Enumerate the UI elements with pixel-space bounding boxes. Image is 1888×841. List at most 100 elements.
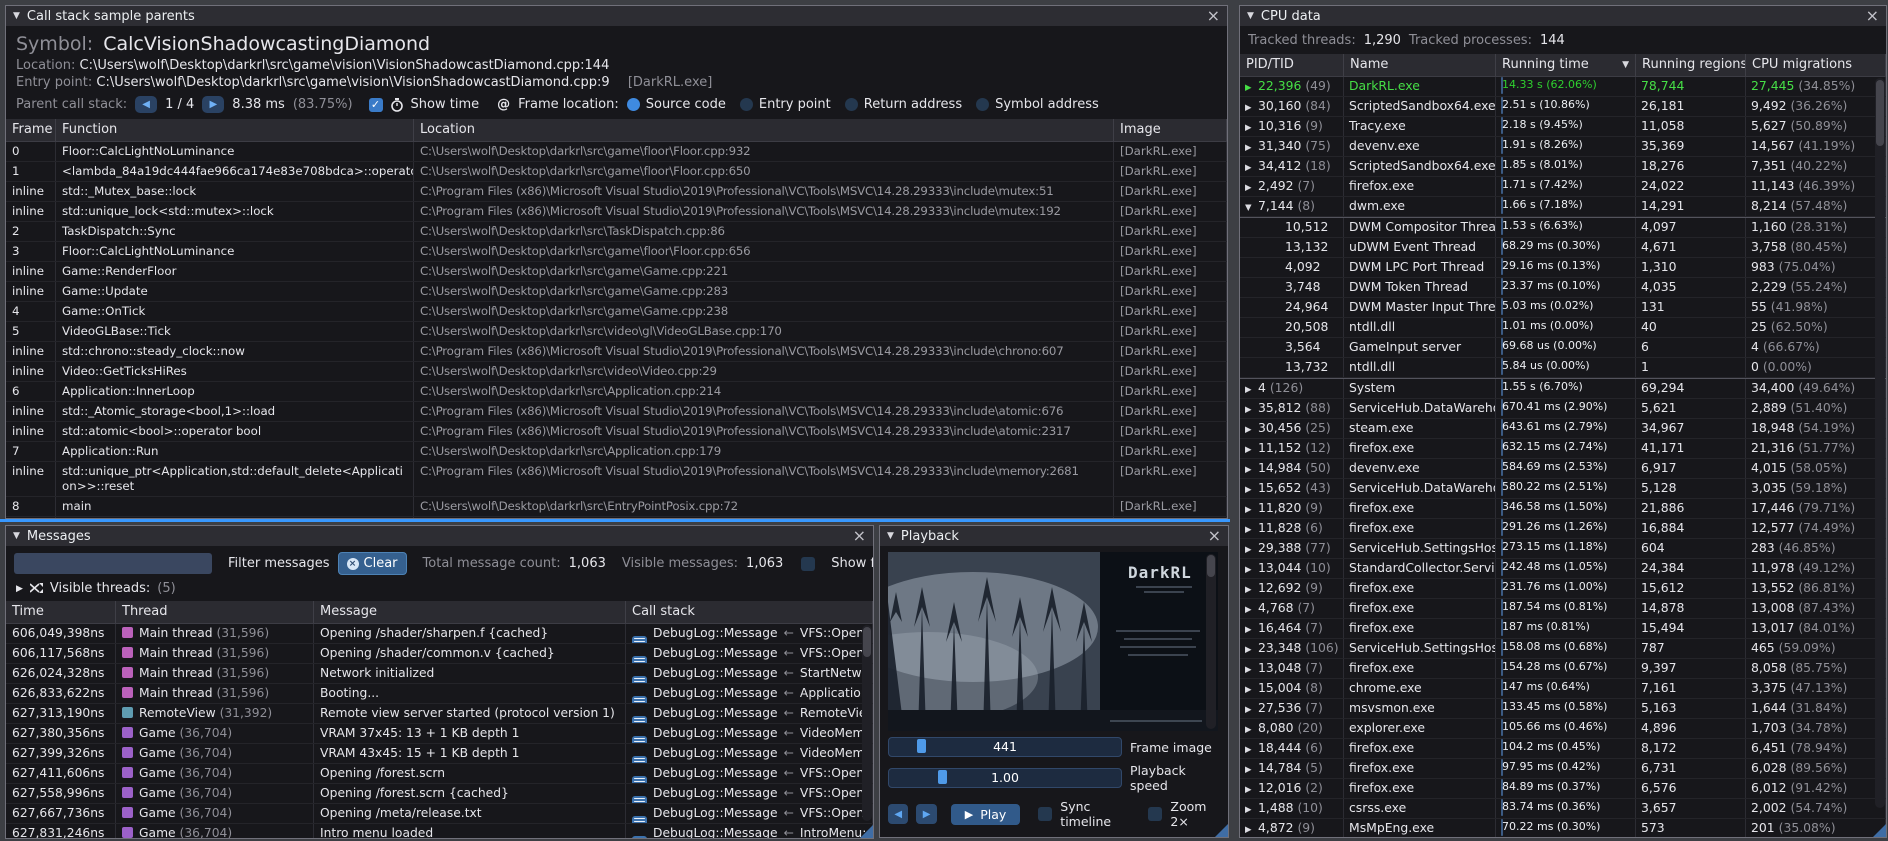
tree-expander-icon[interactable]: ▶ (1245, 421, 1258, 438)
process-name-cell[interactable]: firefox.exe (1344, 619, 1496, 638)
col-time[interactable]: Time (6, 601, 116, 623)
callstack-cell[interactable]: DebugLog::Message←RemoteVie (626, 704, 873, 723)
location-cell[interactable]: C:\Users\wolf\Desktop\darkrl\src\game\Ga… (414, 262, 1114, 281)
table-row[interactable]: 626,833,622ns Main thread (31,596) Booti… (6, 684, 873, 704)
function-cell[interactable]: Application::Run (56, 442, 414, 461)
radio-icon[interactable] (627, 98, 640, 111)
process-name-cell[interactable]: ntdll.dll (1344, 318, 1496, 337)
scrollbar-thumb[interactable] (1207, 555, 1215, 577)
table-row[interactable]: ▶12,016 (2) firefox.exe 84.89 ms (0.37%)… (1240, 779, 1886, 799)
callstack-cell[interactable]: DebugLog::Message←VFS::Open (626, 764, 873, 783)
tree-expander-icon[interactable]: ▶ (1245, 119, 1258, 136)
frame-location-option[interactable]: Symbol address (976, 97, 1099, 112)
pid-cell[interactable]: ▶11,152 (12) (1240, 439, 1344, 458)
scrollbar-thumb[interactable] (863, 627, 871, 657)
pid-cell[interactable]: ▶34,412 (18) (1240, 157, 1344, 176)
location-cell[interactable]: C:\Users\wolf\Desktop\darkrl\src\EntryPo… (414, 497, 1114, 516)
thread-cell[interactable]: Game (36,704) (116, 804, 314, 823)
location-cell[interactable]: d:\agent\_work\63\s\src\vctools\crt\vcst… (414, 517, 1114, 518)
table-row[interactable]: ▶22,396 (49) DarkRL.exe 14.33 s (62.06%)… (1240, 77, 1886, 97)
next-callstack-button[interactable]: ▶ (202, 96, 224, 113)
function-cell[interactable]: TaskDispatch::Sync (56, 222, 414, 241)
play-button[interactable]: ▶Play (951, 804, 1021, 825)
pid-cell[interactable]: ▶13,048 (7) (1240, 659, 1344, 678)
table-row[interactable]: ▶35,812 (88) ServiceHub.DataWareho 670.4… (1240, 399, 1886, 419)
pid-cell[interactable]: ▶4 (126) (1240, 379, 1344, 398)
scrollbar-thumb[interactable] (1876, 80, 1884, 146)
table-row[interactable]: 606,117,568ns Main thread (31,596) Openi… (6, 644, 873, 664)
frame-location-option[interactable]: Return address (845, 97, 962, 112)
location-cell[interactable]: C:\Users\wolf\Desktop\darkrl\src\TaskDis… (414, 222, 1114, 241)
process-name-cell[interactable]: ntdll.dll (1344, 358, 1496, 377)
process-name-cell[interactable]: DarkRL.exe (1344, 77, 1496, 96)
function-cell[interactable]: std::chrono::steady_clock::now (56, 342, 414, 361)
location-cell[interactable]: C:\Users\wolf\Desktop\darkrl\src\Applica… (414, 382, 1114, 401)
table-row[interactable]: 627,831,246ns Game (36,704) Intro menu l… (6, 824, 873, 838)
col-running-regions[interactable]: Running regions (1636, 54, 1746, 76)
process-name-cell[interactable]: ServiceHub.DataWareho (1344, 399, 1496, 418)
table-row[interactable]: inline std::_Atomic_storage<bool,1>::loa… (6, 402, 1227, 422)
function-cell[interactable]: std::unique_lock<std::mutex>::lock (56, 202, 414, 221)
tree-expander-icon[interactable]: ▶ (1245, 561, 1258, 578)
pid-cell[interactable]: ▶14,784 (5) (1240, 759, 1344, 778)
pid-cell[interactable]: 24,964 (1240, 298, 1344, 317)
function-cell[interactable]: VideoGLBase::Tick (56, 322, 414, 341)
process-name-cell[interactable]: msvsmon.exe (1344, 699, 1496, 718)
thread-cell[interactable]: Main thread (31,596) (116, 624, 314, 643)
callstack-cell[interactable]: DebugLog::Message←VFS::Open (626, 784, 873, 803)
pid-cell[interactable]: ▶30,160 (84) (1240, 97, 1344, 116)
panel-resize-separator[interactable] (0, 519, 1230, 522)
pid-cell[interactable]: ▶16,464 (7) (1240, 619, 1344, 638)
close-icon[interactable]: × (1208, 529, 1221, 543)
collapse-icon[interactable]: ▼ (887, 531, 894, 541)
process-name-cell[interactable]: firefox.exe (1344, 739, 1496, 758)
col-frame[interactable]: Frame (6, 119, 56, 141)
filter-input[interactable] (14, 553, 212, 574)
col-message[interactable]: Message (314, 601, 626, 623)
table-row[interactable]: ▶11,820 (9) firefox.exe 346.58 ms (1.50%… (1240, 499, 1886, 519)
pid-cell[interactable]: ▶4,872 (9) (1240, 819, 1344, 837)
table-row[interactable]: 24,964 DWM Master Input Threa 5.03 ms (0… (1240, 298, 1886, 318)
callstack-list-icon[interactable] (632, 636, 647, 643)
thread-cell[interactable]: Main thread (31,596) (116, 644, 314, 663)
tree-expander-icon[interactable]: ▶ (1245, 381, 1258, 398)
location-cell[interactable]: C:\Users\wolf\Desktop\darkrl\src\game\fl… (414, 242, 1114, 261)
process-name-cell[interactable]: ScriptedSandbox64.exe (1344, 97, 1496, 116)
function-cell[interactable]: Application::InnerLoop (56, 382, 414, 401)
pid-cell[interactable]: ▶15,004 (8) (1240, 679, 1344, 698)
callstack-list-icon[interactable] (632, 736, 647, 743)
resize-grip[interactable] (1873, 824, 1886, 837)
pid-cell[interactable]: ▶29,388 (77) (1240, 539, 1344, 558)
callstack-list-icon[interactable] (632, 816, 647, 823)
process-name-cell[interactable]: firefox.exe (1344, 519, 1496, 538)
table-row[interactable]: inline invoke_main d:\agent\_work\63\s\s… (6, 517, 1227, 518)
col-thread[interactable]: Thread (116, 601, 314, 623)
radio-icon[interactable] (845, 98, 858, 111)
process-name-cell[interactable]: firefox.exe (1344, 779, 1496, 798)
next-frame-button[interactable]: ▶ (916, 804, 936, 824)
process-name-cell[interactable]: devenv.exe (1344, 459, 1496, 478)
thread-cell[interactable]: Main thread (31,596) (116, 664, 314, 683)
table-row[interactable]: 4,092 DWM LPC Port Thread 29.16 ms (0.13… (1240, 258, 1886, 278)
table-row[interactable]: 8 main C:\Users\wolf\Desktop\darkrl\src\… (6, 497, 1227, 517)
prev-frame-button[interactable]: ◀ (888, 804, 908, 824)
table-row[interactable]: 3,564 GameInput server 69.68 us (0.00%) … (1240, 338, 1886, 358)
location-cell[interactable]: C:\Users\wolf\Desktop\darkrl\src\Applica… (414, 442, 1114, 461)
tree-expander-icon[interactable]: ▶ (1245, 661, 1258, 678)
callstack-list-icon[interactable] (632, 696, 647, 703)
table-row[interactable]: inline std::chrono::steady_clock::now C:… (6, 342, 1227, 362)
callstack-cell[interactable]: DebugLog::Message←VFS::Open (626, 624, 873, 643)
pid-cell[interactable]: ▶23,348 (106) (1240, 639, 1344, 658)
table-row[interactable]: 606,049,398ns Main thread (31,596) Openi… (6, 624, 873, 644)
pid-cell[interactable]: ▶18,444 (6) (1240, 739, 1344, 758)
process-name-cell[interactable]: firefox.exe (1344, 579, 1496, 598)
pid-cell[interactable]: ▶35,812 (88) (1240, 399, 1344, 418)
tree-expander-icon[interactable]: ▶ (1245, 681, 1258, 698)
table-row[interactable]: 13,132 uDWM Event Thread 68.29 ms (0.30%… (1240, 238, 1886, 258)
tree-expander-icon[interactable]: ▶ (1245, 821, 1258, 837)
tree-expander-icon[interactable]: ▶ (1245, 139, 1258, 156)
table-row[interactable]: inline Game::Update C:\Users\wolf\Deskto… (6, 282, 1227, 302)
process-name-cell[interactable]: ScriptedSandbox64.exe (1344, 157, 1496, 176)
pid-cell[interactable]: ▶1,488 (10) (1240, 799, 1344, 818)
pid-cell[interactable]: 20,508 (1240, 318, 1344, 337)
